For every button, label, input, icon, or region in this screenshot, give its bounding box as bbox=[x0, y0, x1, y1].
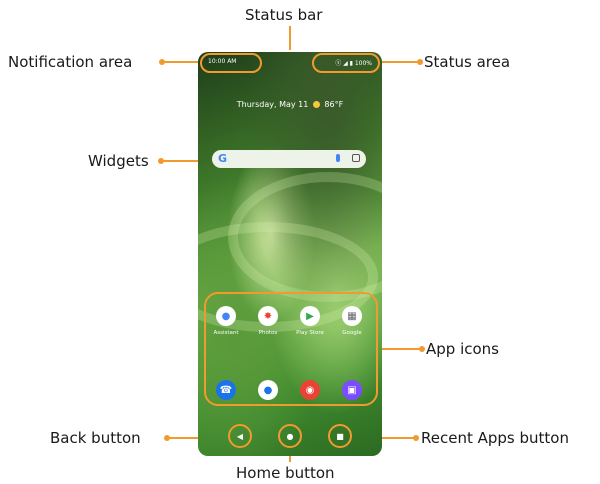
weather-text: 86°F bbox=[324, 100, 344, 109]
app-icons-label: App icons bbox=[426, 340, 499, 358]
status-area-leader bbox=[380, 61, 420, 63]
sun-icon bbox=[312, 101, 320, 108]
status-area-label: Status area bbox=[424, 53, 511, 71]
home-button-highlight bbox=[278, 424, 302, 448]
app-icons-dot bbox=[419, 346, 425, 352]
status-bar-label: Status bar bbox=[245, 6, 323, 24]
notification-area-label: Notification area bbox=[8, 53, 133, 71]
recent-apps-button-label: Recent Apps button bbox=[421, 429, 569, 447]
notification-area-highlight bbox=[200, 53, 262, 73]
status-area-highlight bbox=[312, 53, 380, 73]
date-weather-widget[interactable]: Thursday, May 11 86°F bbox=[198, 100, 382, 109]
app-icons-leader bbox=[378, 348, 422, 350]
status-bar-leader bbox=[289, 26, 291, 50]
back-button-highlight bbox=[228, 424, 252, 448]
app-icons-highlight bbox=[204, 292, 378, 406]
recent-apps-button-dot bbox=[413, 435, 419, 441]
status-area-dot bbox=[417, 59, 423, 65]
widgets-label: Widgets bbox=[88, 152, 149, 170]
back-button-label: Back button bbox=[50, 429, 141, 447]
home-button-label: Home button bbox=[236, 464, 335, 482]
date-text: Thursday, May 11 bbox=[236, 100, 309, 109]
camera-lens-icon[interactable] bbox=[352, 154, 360, 162]
google-logo-icon: G bbox=[218, 152, 228, 165]
google-search-widget[interactable]: G bbox=[212, 150, 366, 168]
recent-apps-button-highlight bbox=[328, 424, 352, 448]
notification-area-leader bbox=[162, 61, 200, 63]
microphone-icon[interactable] bbox=[336, 154, 340, 162]
